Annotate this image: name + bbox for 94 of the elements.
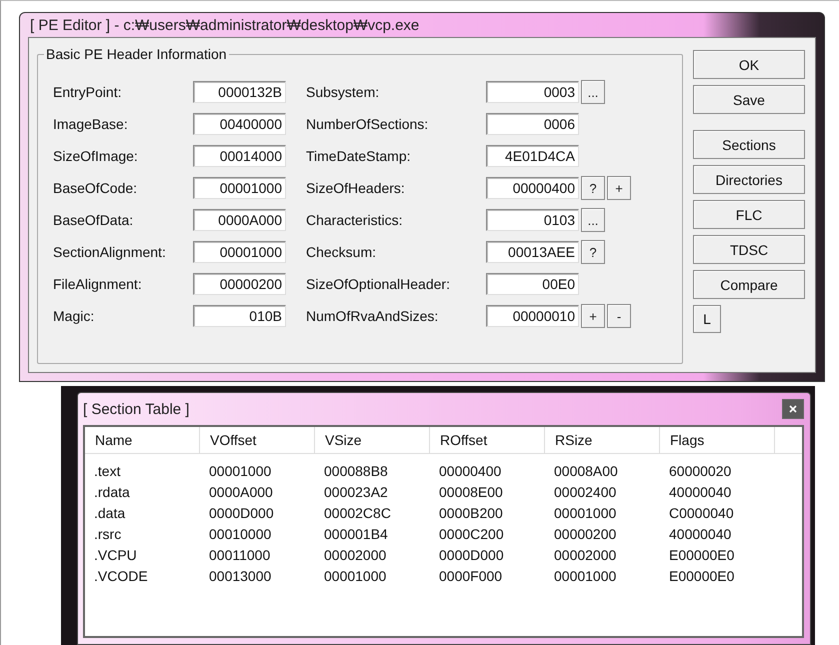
table-cell-text: 60000020 [668,462,732,478]
table-cell-text: 00001000 [208,462,272,478]
table-cell-text: 0000D000 [438,546,505,562]
window-title: [ PE Editor ] - c:₩users₩administrator₩desktop₩vcp.exe [29,16,420,36]
table-cell-text: .data [93,504,126,520]
small-button[interactable]: ... [581,208,605,232]
value-field[interactable]: 00E0 [486,273,579,295]
action-button[interactable]: Compare [693,270,805,299]
table-cell-text: .VCODE [93,568,149,584]
table-cell-text: 00001000 [323,568,388,584]
value-field[interactable]: 0006 [486,113,579,135]
table-cell-text: 00008A00 [553,462,619,478]
value-field[interactable]: 00000400 [486,177,579,199]
table-cell-text: 00013000 [208,568,272,584]
table-cell-text: 0000D000 [208,504,275,520]
field-label: BaseOfData: [53,212,134,228]
small-button[interactable]: ? [581,176,605,200]
field-label: NumOfRvaAndSizes: [306,308,440,324]
table-cell-text: .rdata [93,484,131,500]
value-field[interactable]: 00013AEE [486,241,579,263]
action-button[interactable]: FLC [693,200,805,229]
close-icon [789,405,797,413]
value-field[interactable]: 0103 [486,209,579,231]
action-button[interactable]: TDSC [693,235,805,264]
field-label: SizeOfHeaders: [306,180,406,196]
field-label: Characteristics: [306,212,404,228]
action-button[interactable]: Sections [693,130,805,159]
table-cell-text: 0000A000 [208,484,274,500]
field-label: SizeOfImage: [53,148,139,164]
table-cell-text: 000088B8 [323,462,389,478]
table-cell-text: 00002000 [553,546,618,562]
table-cell-text: 00000200 [553,526,618,542]
table-cell-text: 40000040 [668,484,732,500]
table-cell-text: 00010000 [208,526,272,542]
value-field[interactable]: 0000132B [193,81,286,103]
small-button[interactable]: L [693,305,721,333]
value-field[interactable]: 00000200 [193,273,286,295]
field-label: Checksum: [306,244,378,260]
field-label: EntryPoint: [53,84,122,100]
field-label: SizeOfOptionalHeader: [306,276,451,292]
table-cell-text: 00001000 [553,568,618,584]
action-button[interactable]: Directories [693,165,805,194]
column-header[interactable]: VOffset [200,427,315,453]
field-label: ImageBase: [53,116,129,132]
close-button[interactable] [782,399,804,419]
table-cell-text: C0000040 [668,504,735,520]
small-button[interactable]: ... [581,80,605,104]
table-cell-text: .text [93,462,122,478]
small-button[interactable]: + [607,176,631,200]
table-cell-text: 00011000 [208,546,272,562]
column-header[interactable]: Flags [660,427,775,453]
table-cell-text: 00002C8C [323,504,392,520]
group-title: Basic PE Header Information [44,46,229,62]
value-field[interactable]: 0003 [486,81,579,103]
field-label: FileAlignment: [53,276,143,292]
small-button[interactable]: - [607,304,631,328]
table-cell-text: 0000B200 [438,504,504,520]
value-field[interactable]: 00014000 [193,145,286,167]
field-label: TimeDateStamp: [306,148,412,164]
value-field[interactable]: 00400000 [193,113,286,135]
field-label: Subsystem: [306,84,380,100]
table-cell-text: E00000E0 [668,568,736,584]
column-header[interactable]: RSize [545,427,660,453]
action-button[interactable]: OK [693,50,805,79]
column-header[interactable]: Name [85,427,200,453]
table-cell-text: 40000040 [668,526,732,542]
table-cell-text: .VCPU [93,546,138,562]
action-button[interactable]: Save [693,85,805,114]
column-header[interactable]: VSize [315,427,430,453]
value-field[interactable]: 0000A000 [193,209,286,231]
value-field[interactable]: 00001000 [193,241,286,263]
field-label: SectionAlignment: [53,244,167,260]
small-button[interactable]: ? [581,240,605,264]
value-field[interactable]: 00001000 [193,177,286,199]
table-cell-text: 00000400 [438,462,502,478]
table-cell-text: 000001B4 [323,526,389,542]
table-cell-text: .rsrc [93,526,122,542]
small-button[interactable]: + [581,304,605,328]
table-cell-text: 00008E00 [438,484,504,500]
field-label: BaseOfCode: [53,180,138,196]
table-cell-text: 00002000 [323,546,388,562]
table-cell-text: E00000E0 [668,546,736,562]
field-label: Magic: [53,308,96,324]
column-header[interactable]: ROffset [430,427,545,453]
table-cell-text: 0000C200 [438,526,505,542]
value-field[interactable]: 00000010 [486,305,579,327]
field-label: NumberOfSections: [306,116,430,132]
table-cell-text: 000023A2 [323,484,389,500]
table-cell-text: 00001000 [553,504,618,520]
table-cell-text: 0000F000 [438,568,504,584]
table-cell-text: 00002400 [553,484,618,500]
window-title: [ Section Table ] [83,400,190,418]
value-field[interactable]: 010B [193,305,286,327]
value-field[interactable]: 4E01D4CA [486,145,579,167]
